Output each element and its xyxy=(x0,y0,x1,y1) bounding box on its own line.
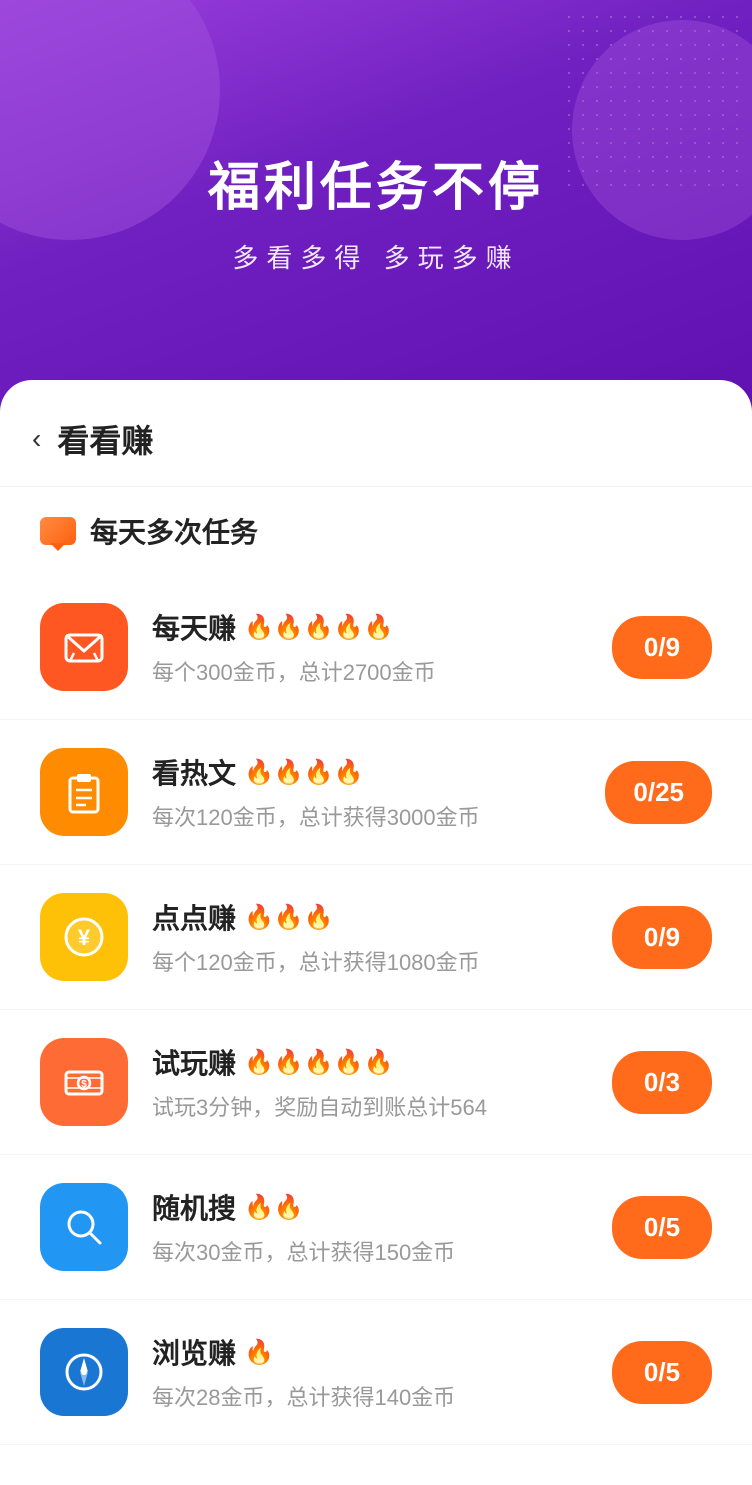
task-btn-click-earn[interactable]: 0/9 xyxy=(612,906,712,969)
task-item: $ 试玩赚 🔥🔥🔥🔥🔥 试玩3分钟，奖励自动到账总计564 0/3 xyxy=(0,1010,752,1155)
task-item: 随机搜 🔥🔥 每次30金币，总计获得150金币 0/5 xyxy=(0,1155,752,1300)
svg-text:$: $ xyxy=(81,1079,87,1090)
task-icon-trial-earn: $ xyxy=(40,1038,128,1126)
svg-text:¥: ¥ xyxy=(78,925,91,950)
task-desc-trial-earn: 试玩3分钟，奖励自动到账总计564 xyxy=(152,1090,588,1122)
card-header: ‹ 看看赚 xyxy=(0,380,752,487)
task-desc-hot-article: 每次120金币，总计获得3000金币 xyxy=(152,800,581,832)
hero-subtitle: 多看多得 多玩多赚 xyxy=(232,238,519,275)
task-name-daily-earn: 每天赚 🔥🔥🔥🔥🔥 xyxy=(152,607,588,647)
task-desc-browse-earn: 每次28金币，总计获得140金币 xyxy=(152,1380,588,1412)
task-info-trial-earn: 试玩赚 🔥🔥🔥🔥🔥 试玩3分钟，奖励自动到账总计564 xyxy=(152,1042,588,1122)
task-item: ¥ 点点赚 🔥🔥🔥 每个120金币，总计获得1080金币 0/9 xyxy=(0,865,752,1010)
task-btn-random-search[interactable]: 0/5 xyxy=(612,1196,712,1259)
task-icon-hot-article xyxy=(40,748,128,836)
hero-title: 福利任务不停 xyxy=(208,145,544,220)
task-name-click-earn: 点点赚 🔥🔥🔥 xyxy=(152,897,588,937)
task-info-click-earn: 点点赚 🔥🔥🔥 每个120金币，总计获得1080金币 xyxy=(152,897,588,977)
hero-section: 福利任务不停 多看多得 多玩多赚 xyxy=(0,0,752,420)
task-name-hot-article: 看热文 🔥🔥🔥🔥 xyxy=(152,752,581,792)
task-icon-browse-earn xyxy=(40,1328,128,1416)
task-item: 浏览赚 🔥 每次28金币，总计获得140金币 0/5 xyxy=(0,1300,752,1445)
task-name-trial-earn: 试玩赚 🔥🔥🔥🔥🔥 xyxy=(152,1042,588,1082)
task-btn-daily-earn[interactable]: 0/9 xyxy=(612,616,712,679)
task-btn-browse-earn[interactable]: 0/5 xyxy=(612,1341,712,1404)
task-item: 看热文 🔥🔥🔥🔥 每次120金币，总计获得3000金币 0/25 xyxy=(0,720,752,865)
task-info-browse-earn: 浏览赚 🔥 每次28金币，总计获得140金币 xyxy=(152,1332,588,1412)
section-label-text: 每天多次任务 xyxy=(90,511,258,551)
task-name-random-search: 随机搜 🔥🔥 xyxy=(152,1187,588,1227)
section-label: 每天多次任务 xyxy=(0,487,752,575)
card-title: 看看赚 xyxy=(57,416,153,462)
task-icon-daily-earn xyxy=(40,603,128,691)
task-info-random-search: 随机搜 🔥🔥 每次30金币，总计获得150金币 xyxy=(152,1187,588,1267)
back-button[interactable]: ‹ xyxy=(32,425,41,453)
task-info-daily-earn: 每天赚 🔥🔥🔥🔥🔥 每个300金币，总计2700金币 xyxy=(152,607,588,687)
section-icon xyxy=(40,517,76,545)
task-icon-click-earn: ¥ xyxy=(40,893,128,981)
main-card: ‹ 看看赚 每天多次任务 每天赚 🔥🔥🔥🔥🔥 每个300金币，总计2700金币 … xyxy=(0,380,752,1485)
task-list: 每天赚 🔥🔥🔥🔥🔥 每个300金币，总计2700金币 0/9 看热文 🔥🔥🔥🔥 … xyxy=(0,575,752,1445)
task-item: 每天赚 🔥🔥🔥🔥🔥 每个300金币，总计2700金币 0/9 xyxy=(0,575,752,720)
task-icon-random-search xyxy=(40,1183,128,1271)
dot-pattern xyxy=(562,10,742,190)
task-desc-daily-earn: 每个300金币，总计2700金币 xyxy=(152,655,588,687)
task-name-browse-earn: 浏览赚 🔥 xyxy=(152,1332,588,1372)
task-btn-trial-earn[interactable]: 0/3 xyxy=(612,1051,712,1114)
task-desc-random-search: 每次30金币，总计获得150金币 xyxy=(152,1235,588,1267)
task-desc-click-earn: 每个120金币，总计获得1080金币 xyxy=(152,945,588,977)
task-info-hot-article: 看热文 🔥🔥🔥🔥 每次120金币，总计获得3000金币 xyxy=(152,752,581,832)
task-btn-hot-article[interactable]: 0/25 xyxy=(605,761,712,824)
